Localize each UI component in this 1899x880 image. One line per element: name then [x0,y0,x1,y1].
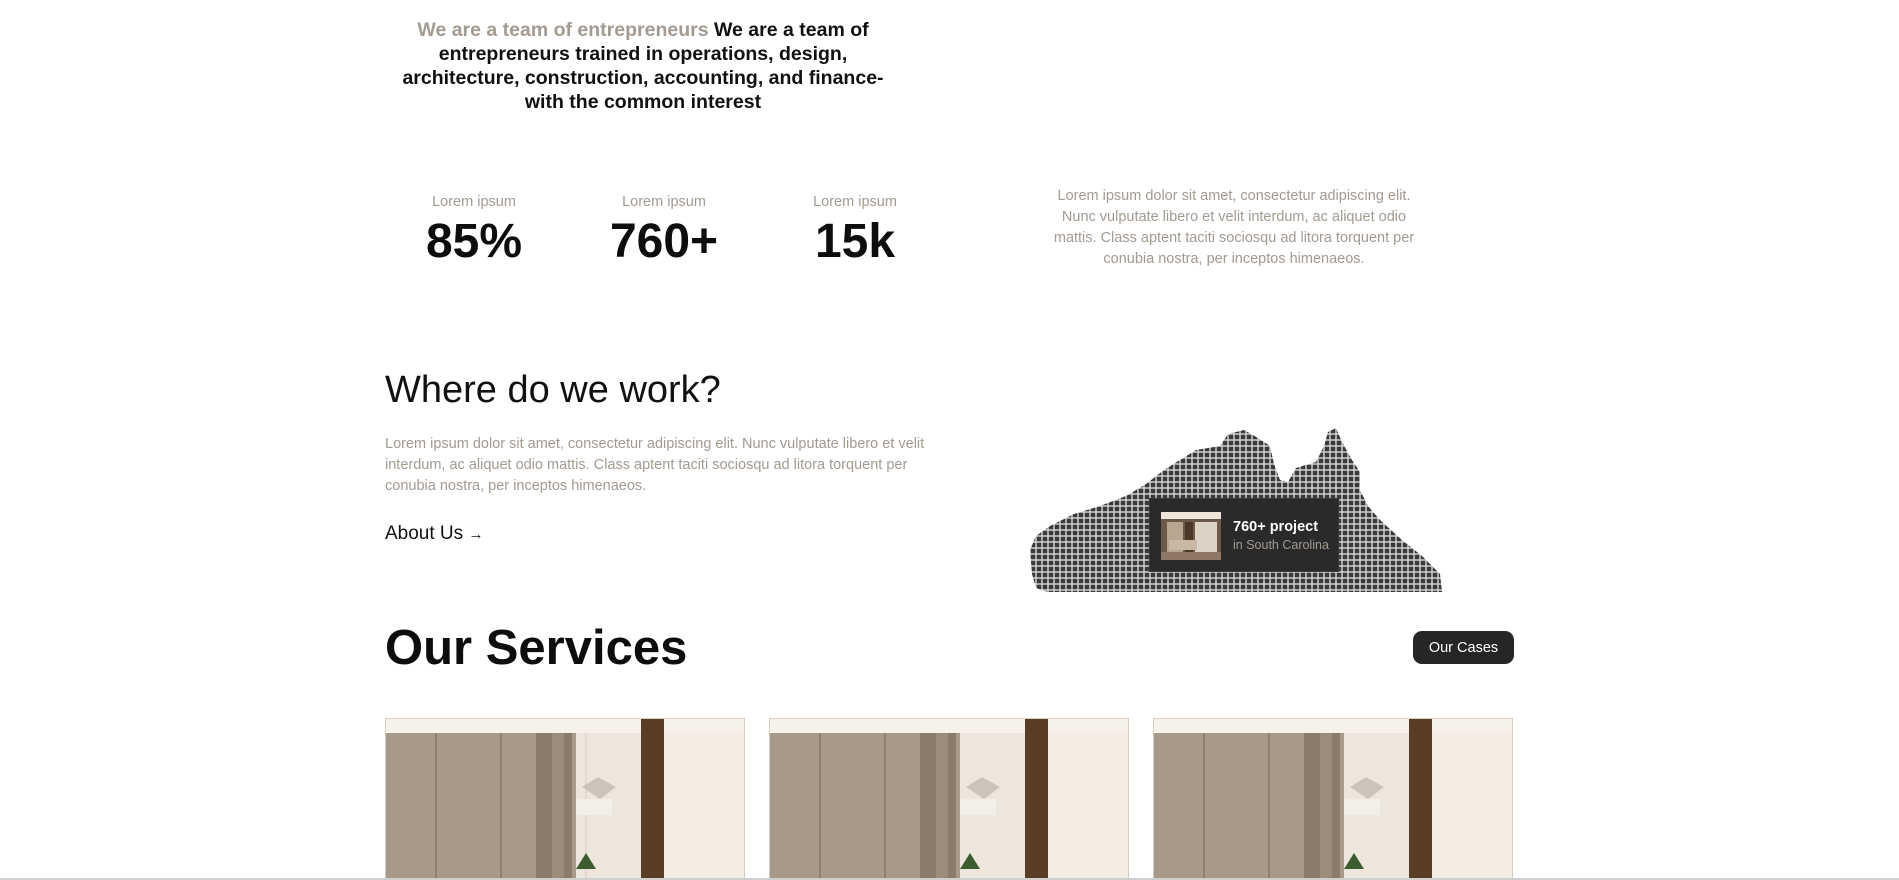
project-thumbnail [1161,512,1221,560]
stat-label: Lorem ipsum [813,194,897,210]
service-card[interactable] [385,718,745,880]
section-title-where: Where do we work? [385,369,721,411]
badge-subtitle: in South Carolina [1233,538,1329,552]
stat-item: Lorem ipsum 15k [765,193,945,269]
about-us-label: About Us [385,523,464,544]
stat-item: Lorem ipsum 85% [384,193,564,269]
service-card[interactable] [1153,718,1513,880]
about-us-link[interactable]: About Us → [385,522,483,547]
stat-value: 85% [425,215,523,268]
service-card-image [770,719,1128,879]
section-title-services: Our Services [385,621,688,675]
service-card-image [1154,719,1512,879]
stat-item: Lorem ipsum 760+ [574,193,754,269]
stat-label: Lorem ipsum [432,194,516,210]
project-badge: 760+ project in South Carolina [1149,498,1339,572]
stat-value: 15k [814,215,896,268]
stat-value: 760+ [609,215,719,268]
intro-statement: We are a team of entrepreneurs We are a … [385,18,901,114]
section-body-where: Lorem ipsum dolor sit amet, consectetur … [385,436,925,494]
badge-title: 760+ project [1233,519,1319,535]
stat-label: Lorem ipsum [622,194,706,210]
stats-description: Lorem ipsum dolor sit amet, consectetur … [1053,188,1415,267]
arrow-right-icon: → [468,526,484,543]
intro-muted-text: We are a team of entrepreneurs [417,19,709,41]
service-card-image [386,719,744,879]
our-cases-button[interactable]: Our Cases [1413,631,1514,664]
service-card[interactable] [769,718,1129,880]
